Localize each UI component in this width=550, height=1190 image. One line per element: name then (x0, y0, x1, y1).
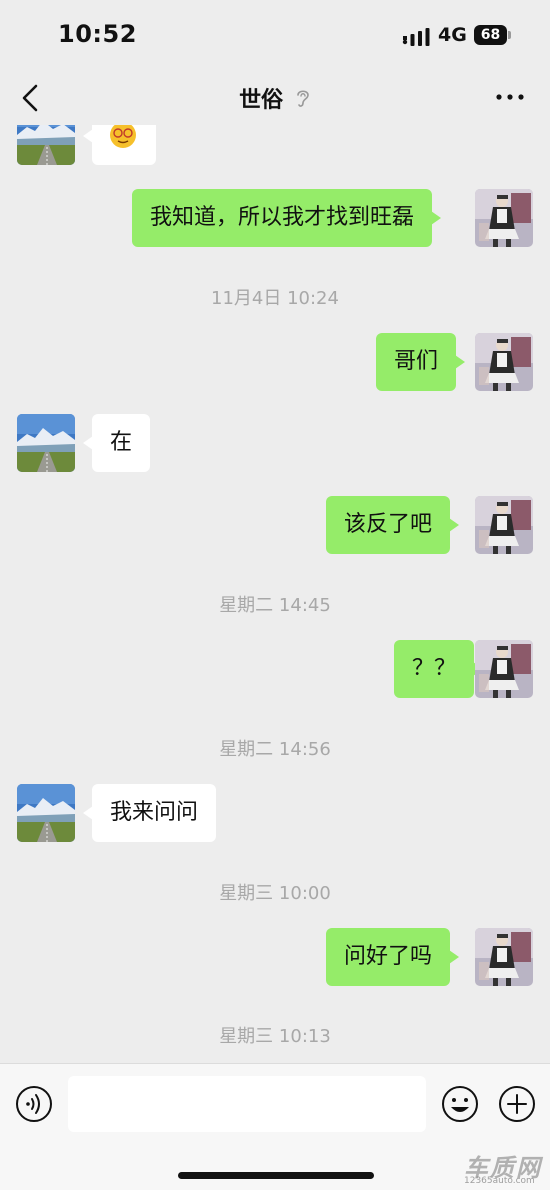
my-avatar[interactable] (475, 928, 533, 986)
emoji-button[interactable] (440, 1084, 480, 1124)
outgoing-message[interactable]: 问好了吗 (326, 928, 460, 986)
battery-level: 68 (480, 27, 501, 43)
message-timestamp: 星期二 14:56 (219, 739, 331, 760)
chat-title: 世俗 (0, 82, 550, 114)
my-avatar[interactable] (475, 640, 533, 698)
incoming-message[interactable]: 我来问问 (82, 784, 217, 842)
chat-header: 世俗 (0, 70, 550, 125)
message-timestamp: 星期三 10:13 (219, 1026, 331, 1047)
home-indicator[interactable] (178, 1172, 374, 1179)
message-timestamp: 11月4日 10:24 (211, 288, 339, 309)
message-timestamp: 星期三 10:00 (219, 883, 331, 904)
voice-icon (16, 1086, 52, 1122)
status-bar: 10:52 4G 68 (0, 0, 550, 70)
message-text: 问好了吗 (344, 944, 433, 969)
plus-icon (499, 1086, 535, 1122)
message-input[interactable] (68, 1076, 426, 1132)
battery-icon: 68 (474, 25, 507, 45)
more-options-button[interactable] (492, 82, 528, 112)
ear-muted-icon (297, 90, 309, 107)
outgoing-message[interactable]: 哥们 (376, 333, 466, 391)
voice-button[interactable] (14, 1084, 54, 1124)
status-time: 10:52 (58, 20, 137, 48)
yellow-face-sticker (110, 125, 136, 148)
ellipsis-icon (496, 94, 524, 100)
contact-avatar[interactable] (17, 125, 75, 165)
outgoing-message[interactable]: ？？ (394, 640, 484, 698)
message-text: 哥们 (394, 349, 439, 374)
contact-avatar[interactable] (17, 414, 75, 472)
my-avatar[interactable] (475, 496, 533, 554)
battery-tip (508, 31, 511, 39)
message-list[interactable]: 我知道，所以我才找到旺磊 11月4日 10:24 哥们 在 该反了吧 星期二 1… (0, 125, 550, 1063)
my-avatar[interactable] (475, 189, 533, 247)
my-avatar[interactable] (475, 333, 533, 391)
watermark-logo: 车质网 12365auto.com (464, 1148, 548, 1188)
incoming-message[interactable]: 在 (82, 414, 151, 472)
message-text: 我来问问 (110, 800, 199, 825)
outgoing-message[interactable]: 该反了吧 (326, 496, 460, 554)
contact-avatar[interactable] (17, 784, 75, 842)
outgoing-message[interactable]: 我知道，所以我才找到旺磊 (132, 189, 442, 247)
message-text: 该反了吧 (344, 512, 433, 537)
contact-name: 世俗 (239, 88, 284, 113)
message-text: 在 (110, 430, 133, 455)
sticker-message[interactable] (83, 125, 156, 165)
logo-url: 12365auto.com (464, 1176, 535, 1186)
more-functions-button[interactable] (497, 1084, 537, 1124)
message-text: ？？ (412, 656, 457, 681)
message-text: 我知道，所以我才找到旺磊 (150, 205, 415, 230)
message-timestamp: 星期二 14:45 (219, 595, 331, 616)
network-type: 4G (438, 24, 467, 46)
emoji-icon (442, 1086, 478, 1122)
signal-icon (402, 28, 430, 46)
